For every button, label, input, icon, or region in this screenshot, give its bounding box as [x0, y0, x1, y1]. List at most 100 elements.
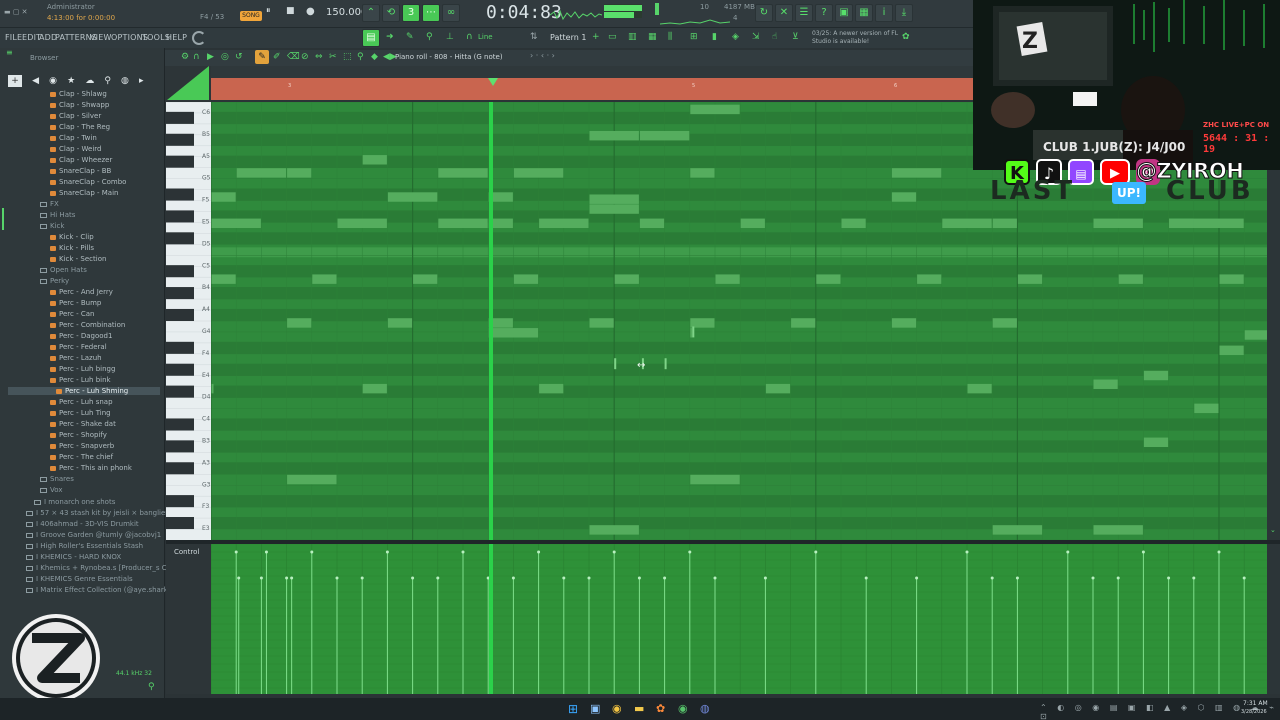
browser-item[interactable]: Kick - Clip [50, 233, 94, 241]
slice-tool-icon[interactable]: ✂ [329, 52, 337, 62]
browser-item[interactable]: Perc - This ain phonk [50, 464, 132, 472]
browser-item[interactable]: Perc - Luh Shming [8, 387, 160, 395]
menu-view[interactable]: VIEW [90, 33, 112, 42]
playhead-marker[interactable] [488, 78, 498, 86]
black-key[interactable] [166, 462, 194, 475]
black-key[interactable] [166, 232, 194, 245]
midi-note[interactable] [438, 218, 488, 229]
browser-item[interactable]: I 406ahmad - 3D-VIS Drumkit [26, 520, 139, 528]
browser-item[interactable]: I monarch one shots [34, 498, 115, 506]
midi-note[interactable] [614, 274, 639, 284]
midi-note[interactable] [639, 218, 665, 229]
stamp-icon[interactable]: ⊥ [446, 32, 454, 42]
browser-speaker-icon[interactable]: ◀ [32, 76, 39, 86]
midi-note[interactable] [1143, 370, 1169, 381]
browser-item[interactable]: Kick - Section [50, 255, 106, 263]
midi-note[interactable] [992, 218, 1017, 229]
ghost-channel-icon[interactable] [167, 66, 209, 100]
black-key[interactable] [166, 133, 194, 146]
midi-note[interactable] [690, 318, 715, 328]
pr-title-arrows[interactable]: › · ‹ · › [530, 51, 555, 60]
midi-note[interactable] [211, 192, 236, 202]
browser-item[interactable]: SnareClap - BB [50, 167, 111, 175]
song-mode-toggle[interactable]: SONG [240, 11, 262, 21]
midi-note[interactable] [1194, 403, 1219, 414]
channel-rack-icon[interactable]: ▦ [648, 32, 657, 42]
taskview-icon[interactable]: ▣ [590, 702, 600, 715]
clock-date[interactable]: 3/28/2026 [1241, 709, 1267, 715]
control-label[interactable]: Control [174, 548, 199, 556]
pencil-tool-icon[interactable]: ✎ [255, 50, 269, 64]
midi-note[interactable] [488, 328, 539, 338]
browser-item[interactable]: Perc - Luh snap [50, 398, 113, 406]
midi-note[interactable] [1219, 274, 1244, 284]
channel-icon[interactable]: ⊞ [690, 32, 698, 42]
delete-tool-icon[interactable]: ⌫ [287, 52, 300, 62]
browser-item[interactable]: Clap - Shlawg [50, 90, 107, 98]
browser-item[interactable]: Clap - Wheezer [50, 156, 112, 164]
browser-item[interactable]: SnareClap - Main [50, 189, 118, 197]
midi-note[interactable] [312, 274, 337, 284]
midi-note[interactable] [287, 474, 337, 485]
midi-note[interactable] [891, 318, 917, 328]
browser-item[interactable]: Perc - Combination [50, 321, 125, 329]
mixer-view-icon[interactable]: ⫼ [668, 32, 672, 42]
midi-note[interactable] [942, 218, 992, 229]
black-key[interactable] [166, 287, 194, 300]
plugin-db-icon[interactable]: ◈ [732, 32, 739, 42]
midi-note[interactable] [1093, 218, 1143, 229]
loop-record-icon[interactable]: ∞ [442, 4, 460, 22]
black-key[interactable] [166, 210, 194, 223]
midi-note[interactable] [362, 383, 387, 394]
midi-note[interactable] [1244, 330, 1267, 340]
browser-icon[interactable]: ▮ [712, 32, 717, 42]
refresh-icon[interactable]: ↻ [755, 4, 773, 22]
browser-item[interactable]: Perc - Dagood1 [50, 332, 112, 340]
browser-item[interactable]: Clap - The Reg [50, 123, 110, 131]
piano-keyboard[interactable]: C6 B5 A5 G5 F5 E5 D5 C5 B4 A4 G4 F4 E4 D4 C4 B3 A3 G3 F3 E3 [166, 101, 211, 540]
step-edit-icon[interactable]: ⋯ [422, 4, 440, 22]
snap-line-label[interactable]: Line [478, 33, 493, 41]
browser-item[interactable]: Kick [40, 222, 64, 230]
browser-zoom-icon[interactable]: ⚲ [148, 682, 155, 692]
pr-menu-icon[interactable]: ⚙ [181, 52, 189, 62]
browser-item[interactable]: I KHEMICS - HARD KNOX [26, 553, 121, 561]
scroll-down-icon[interactable]: ⌄ [1270, 526, 1276, 534]
black-key[interactable] [166, 418, 194, 431]
midi-note[interactable] [589, 204, 639, 214]
menu-help[interactable]: HELP [166, 33, 187, 42]
update-notice[interactable]: 03/25: A newer version of FL Studio is a… [812, 30, 900, 46]
browser-item[interactable]: Perc - Luh bink [50, 376, 111, 384]
browser-item[interactable]: Hi Hats [40, 211, 75, 219]
browser-item[interactable]: Perc - Lazuh [50, 354, 102, 362]
pattern-prev-icon[interactable]: ⇅ [530, 32, 538, 42]
playlist-snap-icon[interactable]: ▤ [362, 29, 380, 47]
browser-item[interactable]: FX [40, 200, 59, 208]
black-key[interactable] [166, 517, 194, 530]
browser-item[interactable]: Kick - Pills [50, 244, 94, 252]
browser-item[interactable]: Perc - And Jerry [50, 288, 113, 296]
browser-item[interactable]: Clap - Twin [50, 134, 97, 142]
midi-note[interactable] [539, 218, 589, 229]
midi-note[interactable] [992, 318, 1017, 328]
pattern-add-icon[interactable]: + [592, 32, 600, 42]
pattern-selector[interactable]: Pattern 1 [550, 33, 586, 42]
midi-note[interactable] [690, 104, 740, 115]
touch-icon[interactable]: ☝ [772, 32, 777, 42]
midi-note[interactable] [211, 218, 261, 229]
midi-note[interactable] [1143, 437, 1169, 448]
midi-note[interactable] [211, 274, 236, 284]
midi-note[interactable] [211, 383, 214, 394]
plugin-icon[interactable]: ✕ [775, 4, 793, 22]
note-resize-handle[interactable] [692, 326, 695, 338]
midi-note[interactable] [992, 525, 1043, 535]
browser-item[interactable]: SnareClap - Combo [50, 178, 126, 186]
note-resize-handle[interactable] [614, 358, 617, 370]
stop-button[interactable]: ■ [286, 6, 295, 16]
link-icon[interactable]: ⚲ [426, 32, 433, 42]
explorer-icon[interactable]: ▬ [634, 702, 644, 715]
pencil-icon[interactable]: ✎ [406, 32, 414, 42]
midi-note[interactable] [841, 218, 866, 229]
browser-more-icon[interactable]: ▸ [139, 76, 144, 86]
midi-note[interactable] [690, 328, 693, 338]
